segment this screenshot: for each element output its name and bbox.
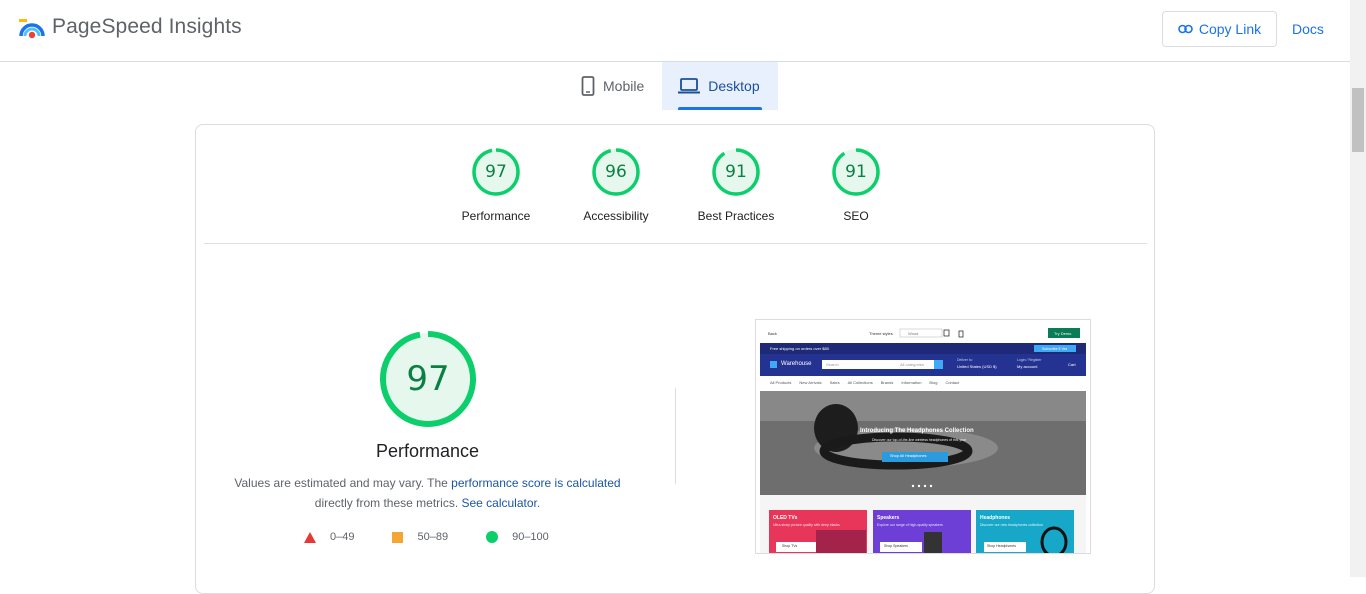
link-icon xyxy=(1178,24,1193,34)
device-tabs: Mobile Desktop xyxy=(565,62,778,110)
pagespeed-logo-icon[interactable] xyxy=(19,16,45,40)
legend-range: 90–100 xyxy=(512,531,549,543)
copy-link-button[interactable]: Copy Link xyxy=(1162,11,1277,47)
screenshot-tile-button: Shop TVs xyxy=(782,544,798,548)
vertical-divider xyxy=(675,388,676,484)
gauge-label: Accessibility xyxy=(583,209,649,223)
screenshot-tile-text: Discover our new headphones collection xyxy=(980,523,1043,527)
screenshot-nav-item: All Products xyxy=(770,380,792,385)
legend-pass: 90–100 xyxy=(486,531,549,543)
phone-icon xyxy=(581,76,595,96)
page-screenshot: Back Theme styles Wood Try Demo Free shi… xyxy=(755,319,1091,554)
tab-mobile[interactable]: Mobile xyxy=(565,62,662,110)
screenshot-tile-text: Ultra-sharp picture quality with deep bl… xyxy=(773,523,840,527)
laptop-icon xyxy=(678,78,701,94)
triangle-icon xyxy=(304,531,316,543)
circle-icon xyxy=(486,531,499,543)
screenshot-store-name: Warehouse xyxy=(781,361,812,367)
docs-link[interactable]: Docs xyxy=(1292,21,1324,37)
tab-desktop[interactable]: Desktop xyxy=(662,62,778,110)
performance-gauge-large: 97 xyxy=(379,330,477,428)
gauge-best-practices[interactable]: 91 Best Practices xyxy=(676,147,796,223)
screenshot-announcement: Free shipping on orders over $80 xyxy=(770,346,829,351)
screenshot-back-link: Back xyxy=(768,331,777,336)
screenshot-nav-item: Blog xyxy=(929,380,938,385)
legend-average: 50–89 xyxy=(392,531,448,543)
report-card: 97 Performance 96 Accessibility 91 Best … xyxy=(195,124,1155,594)
screenshot-nav-item: Information xyxy=(901,380,922,385)
screenshot-cart: Cart xyxy=(1068,362,1076,367)
gauge-ring: 96 xyxy=(591,147,641,197)
screenshot-hero-title: Introducing The Headphones Collection xyxy=(860,428,974,434)
score-legend: 0–49 50–89 90–100 xyxy=(304,531,587,543)
explain-text-1: Values are estimated and may vary. The xyxy=(234,476,452,490)
tab-mobile-label: Mobile xyxy=(603,78,645,94)
page-scrollbar[interactable] xyxy=(1350,0,1366,577)
gauge-score: 96 xyxy=(605,162,627,182)
screenshot-nav: All Products New Arrivals Sales All Coll… xyxy=(770,380,959,385)
screenshot-nav-item: New Arrivals xyxy=(799,380,822,385)
square-icon xyxy=(392,531,404,543)
screenshot-deliver-label: Deliver to: xyxy=(957,358,973,362)
legend-fail: 0–49 xyxy=(304,531,354,543)
screenshot-account: My account xyxy=(1017,364,1038,369)
gauge-label: Best Practices xyxy=(697,209,775,223)
explain-text-3: . xyxy=(536,496,541,510)
screenshot-tile-button: Shop Speakers xyxy=(884,544,908,548)
copy-link-label: Copy Link xyxy=(1198,21,1262,37)
screenshot-tile-text: Explore our range of high-quality speake… xyxy=(877,523,943,527)
gauge-score: 97 xyxy=(485,162,507,182)
gauge-accessibility[interactable]: 96 Accessibility xyxy=(556,147,676,223)
screenshot-tile-title: OLED TVs xyxy=(773,515,798,521)
legend-range: 0–49 xyxy=(330,531,355,543)
screenshot-nav-item: All Collections xyxy=(847,380,873,385)
gauge-ring: 97 xyxy=(471,147,521,197)
screenshot-tile-title: Speakers xyxy=(877,515,900,521)
gauge-label: SEO xyxy=(843,209,869,223)
performance-score-large: 97 xyxy=(406,359,450,399)
gauge-ring: 91 xyxy=(711,147,761,197)
app-title[interactable]: PageSpeed Insights xyxy=(52,15,242,39)
screenshot-login: Login / Register xyxy=(1017,358,1042,362)
screenshot-theme-select: Wood xyxy=(908,331,919,336)
score-calculated-link[interactable]: performance score is calculated xyxy=(451,476,620,490)
screenshot-tile-button: Shop Headphones xyxy=(987,544,1016,548)
screenshot-theme-label: Theme styles xyxy=(869,331,893,336)
legend-range: 50–89 xyxy=(417,531,449,543)
tab-desktop-label: Desktop xyxy=(708,78,760,94)
score-gauges: 97 Performance 96 Accessibility 91 Best … xyxy=(196,147,1156,223)
screenshot-nav-item: Brands xyxy=(880,380,894,385)
screenshot-hero-sub: Discover our top-of-the-line wireless he… xyxy=(872,438,967,442)
explain-text-2: directly from these metrics. xyxy=(314,496,462,510)
scrollbar-thumb[interactable] xyxy=(1352,88,1364,152)
section-divider xyxy=(204,243,1147,244)
screenshot-search: Search xyxy=(826,362,839,367)
gauge-seo[interactable]: 91 SEO xyxy=(796,147,916,223)
performance-explanation: Values are estimated and may vary. The p… xyxy=(196,473,659,513)
screenshot-hero-button: Shop All Headphones xyxy=(890,454,927,458)
screenshot-deliver-value: United States (USD $) xyxy=(957,364,997,369)
top-header: PageSpeed Insights Copy Link Docs xyxy=(0,0,1350,62)
screenshot-subscribe: Subscribe 5 Vex xyxy=(1042,347,1068,351)
gauge-ring: 91 xyxy=(831,147,881,197)
gauge-label: Performance xyxy=(461,209,531,223)
screenshot-category: All categories xyxy=(900,362,925,367)
screenshot-nav-item: Contact xyxy=(945,380,960,385)
see-calculator-link[interactable]: See calculator xyxy=(461,496,536,510)
gauge-score: 91 xyxy=(845,162,867,182)
gauge-score: 91 xyxy=(725,162,747,182)
gauge-performance[interactable]: 97 Performance xyxy=(436,147,556,223)
screenshot-illustration xyxy=(756,320,1090,553)
screenshot-tile-title: Headphones xyxy=(980,515,1011,521)
screenshot-try-demo: Try Demo xyxy=(1054,331,1072,336)
performance-heading: Performance xyxy=(375,441,480,461)
screenshot-nav-item: Sales xyxy=(829,380,840,385)
